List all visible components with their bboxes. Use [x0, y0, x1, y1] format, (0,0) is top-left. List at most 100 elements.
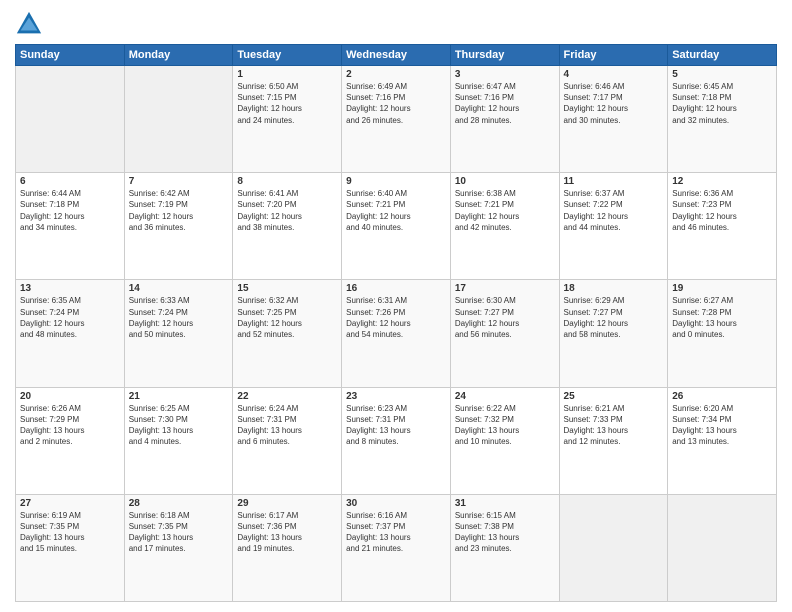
day-info: Sunrise: 6:44 AM Sunset: 7:18 PM Dayligh…: [20, 188, 120, 233]
calendar-cell: 29Sunrise: 6:17 AM Sunset: 7:36 PM Dayli…: [233, 494, 342, 601]
day-info: Sunrise: 6:33 AM Sunset: 7:24 PM Dayligh…: [129, 295, 229, 340]
calendar-cell: 24Sunrise: 6:22 AM Sunset: 7:32 PM Dayli…: [450, 387, 559, 494]
day-info: Sunrise: 6:45 AM Sunset: 7:18 PM Dayligh…: [672, 81, 772, 126]
day-number: 14: [129, 283, 229, 294]
day-info: Sunrise: 6:25 AM Sunset: 7:30 PM Dayligh…: [129, 403, 229, 448]
calendar-week-row: 1Sunrise: 6:50 AM Sunset: 7:15 PM Daylig…: [16, 66, 777, 173]
day-number: 31: [455, 498, 555, 509]
calendar-cell: 7Sunrise: 6:42 AM Sunset: 7:19 PM Daylig…: [124, 173, 233, 280]
day-number: 24: [455, 391, 555, 402]
day-info: Sunrise: 6:21 AM Sunset: 7:33 PM Dayligh…: [564, 403, 664, 448]
calendar-cell: 9Sunrise: 6:40 AM Sunset: 7:21 PM Daylig…: [342, 173, 451, 280]
calendar-week-row: 27Sunrise: 6:19 AM Sunset: 7:35 PM Dayli…: [16, 494, 777, 601]
calendar-week-row: 13Sunrise: 6:35 AM Sunset: 7:24 PM Dayli…: [16, 280, 777, 387]
day-info: Sunrise: 6:32 AM Sunset: 7:25 PM Dayligh…: [237, 295, 337, 340]
day-info: Sunrise: 6:22 AM Sunset: 7:32 PM Dayligh…: [455, 403, 555, 448]
day-info: Sunrise: 6:15 AM Sunset: 7:38 PM Dayligh…: [455, 510, 555, 555]
day-number: 4: [564, 69, 664, 80]
day-number: 16: [346, 283, 446, 294]
day-info: Sunrise: 6:47 AM Sunset: 7:16 PM Dayligh…: [455, 81, 555, 126]
calendar-cell: 4Sunrise: 6:46 AM Sunset: 7:17 PM Daylig…: [559, 66, 668, 173]
day-number: 17: [455, 283, 555, 294]
day-info: Sunrise: 6:37 AM Sunset: 7:22 PM Dayligh…: [564, 188, 664, 233]
calendar-cell: 10Sunrise: 6:38 AM Sunset: 7:21 PM Dayli…: [450, 173, 559, 280]
calendar-cell: [16, 66, 125, 173]
day-info: Sunrise: 6:36 AM Sunset: 7:23 PM Dayligh…: [672, 188, 772, 233]
weekday-header: Saturday: [668, 45, 777, 66]
calendar-cell: 5Sunrise: 6:45 AM Sunset: 7:18 PM Daylig…: [668, 66, 777, 173]
day-info: Sunrise: 6:23 AM Sunset: 7:31 PM Dayligh…: [346, 403, 446, 448]
calendar-cell: 21Sunrise: 6:25 AM Sunset: 7:30 PM Dayli…: [124, 387, 233, 494]
day-info: Sunrise: 6:38 AM Sunset: 7:21 PM Dayligh…: [455, 188, 555, 233]
calendar-cell: 8Sunrise: 6:41 AM Sunset: 7:20 PM Daylig…: [233, 173, 342, 280]
calendar-cell: 14Sunrise: 6:33 AM Sunset: 7:24 PM Dayli…: [124, 280, 233, 387]
weekday-header: Friday: [559, 45, 668, 66]
calendar-cell: 17Sunrise: 6:30 AM Sunset: 7:27 PM Dayli…: [450, 280, 559, 387]
calendar-week-row: 20Sunrise: 6:26 AM Sunset: 7:29 PM Dayli…: [16, 387, 777, 494]
day-number: 6: [20, 176, 120, 187]
calendar-cell: 18Sunrise: 6:29 AM Sunset: 7:27 PM Dayli…: [559, 280, 668, 387]
day-info: Sunrise: 6:42 AM Sunset: 7:19 PM Dayligh…: [129, 188, 229, 233]
calendar-cell: [124, 66, 233, 173]
day-number: 18: [564, 283, 664, 294]
day-number: 19: [672, 283, 772, 294]
day-info: Sunrise: 6:49 AM Sunset: 7:16 PM Dayligh…: [346, 81, 446, 126]
day-number: 12: [672, 176, 772, 187]
day-info: Sunrise: 6:29 AM Sunset: 7:27 PM Dayligh…: [564, 295, 664, 340]
day-info: Sunrise: 6:18 AM Sunset: 7:35 PM Dayligh…: [129, 510, 229, 555]
day-number: 20: [20, 391, 120, 402]
day-info: Sunrise: 6:27 AM Sunset: 7:28 PM Dayligh…: [672, 295, 772, 340]
day-number: 2: [346, 69, 446, 80]
day-number: 22: [237, 391, 337, 402]
calendar-cell: 27Sunrise: 6:19 AM Sunset: 7:35 PM Dayli…: [16, 494, 125, 601]
day-number: 26: [672, 391, 772, 402]
calendar-cell: 12Sunrise: 6:36 AM Sunset: 7:23 PM Dayli…: [668, 173, 777, 280]
calendar-cell: 22Sunrise: 6:24 AM Sunset: 7:31 PM Dayli…: [233, 387, 342, 494]
calendar-cell: 6Sunrise: 6:44 AM Sunset: 7:18 PM Daylig…: [16, 173, 125, 280]
calendar-week-row: 6Sunrise: 6:44 AM Sunset: 7:18 PM Daylig…: [16, 173, 777, 280]
day-info: Sunrise: 6:17 AM Sunset: 7:36 PM Dayligh…: [237, 510, 337, 555]
day-number: 3: [455, 69, 555, 80]
weekday-header: Monday: [124, 45, 233, 66]
day-info: Sunrise: 6:50 AM Sunset: 7:15 PM Dayligh…: [237, 81, 337, 126]
day-info: Sunrise: 6:46 AM Sunset: 7:17 PM Dayligh…: [564, 81, 664, 126]
calendar-cell: [668, 494, 777, 601]
day-number: 21: [129, 391, 229, 402]
day-info: Sunrise: 6:30 AM Sunset: 7:27 PM Dayligh…: [455, 295, 555, 340]
logo-icon: [15, 10, 43, 38]
day-number: 29: [237, 498, 337, 509]
day-info: Sunrise: 6:20 AM Sunset: 7:34 PM Dayligh…: [672, 403, 772, 448]
day-number: 8: [237, 176, 337, 187]
calendar-body: 1Sunrise: 6:50 AM Sunset: 7:15 PM Daylig…: [16, 66, 777, 602]
day-info: Sunrise: 6:19 AM Sunset: 7:35 PM Dayligh…: [20, 510, 120, 555]
day-info: Sunrise: 6:24 AM Sunset: 7:31 PM Dayligh…: [237, 403, 337, 448]
calendar-cell: 2Sunrise: 6:49 AM Sunset: 7:16 PM Daylig…: [342, 66, 451, 173]
day-info: Sunrise: 6:16 AM Sunset: 7:37 PM Dayligh…: [346, 510, 446, 555]
calendar-cell: 26Sunrise: 6:20 AM Sunset: 7:34 PM Dayli…: [668, 387, 777, 494]
calendar-cell: 1Sunrise: 6:50 AM Sunset: 7:15 PM Daylig…: [233, 66, 342, 173]
day-number: 13: [20, 283, 120, 294]
day-number: 10: [455, 176, 555, 187]
weekday-header: Tuesday: [233, 45, 342, 66]
header: [15, 10, 777, 38]
day-number: 30: [346, 498, 446, 509]
day-info: Sunrise: 6:41 AM Sunset: 7:20 PM Dayligh…: [237, 188, 337, 233]
weekday-header: Sunday: [16, 45, 125, 66]
day-number: 7: [129, 176, 229, 187]
calendar-cell: 20Sunrise: 6:26 AM Sunset: 7:29 PM Dayli…: [16, 387, 125, 494]
day-number: 27: [20, 498, 120, 509]
day-number: 15: [237, 283, 337, 294]
weekday-header: Thursday: [450, 45, 559, 66]
calendar-cell: 13Sunrise: 6:35 AM Sunset: 7:24 PM Dayli…: [16, 280, 125, 387]
day-number: 5: [672, 69, 772, 80]
day-number: 25: [564, 391, 664, 402]
day-info: Sunrise: 6:31 AM Sunset: 7:26 PM Dayligh…: [346, 295, 446, 340]
page: SundayMondayTuesdayWednesdayThursdayFrid…: [0, 0, 792, 612]
day-number: 9: [346, 176, 446, 187]
day-info: Sunrise: 6:35 AM Sunset: 7:24 PM Dayligh…: [20, 295, 120, 340]
calendar: SundayMondayTuesdayWednesdayThursdayFrid…: [15, 44, 777, 602]
weekday-header: Wednesday: [342, 45, 451, 66]
day-number: 23: [346, 391, 446, 402]
calendar-cell: 15Sunrise: 6:32 AM Sunset: 7:25 PM Dayli…: [233, 280, 342, 387]
calendar-cell: [559, 494, 668, 601]
